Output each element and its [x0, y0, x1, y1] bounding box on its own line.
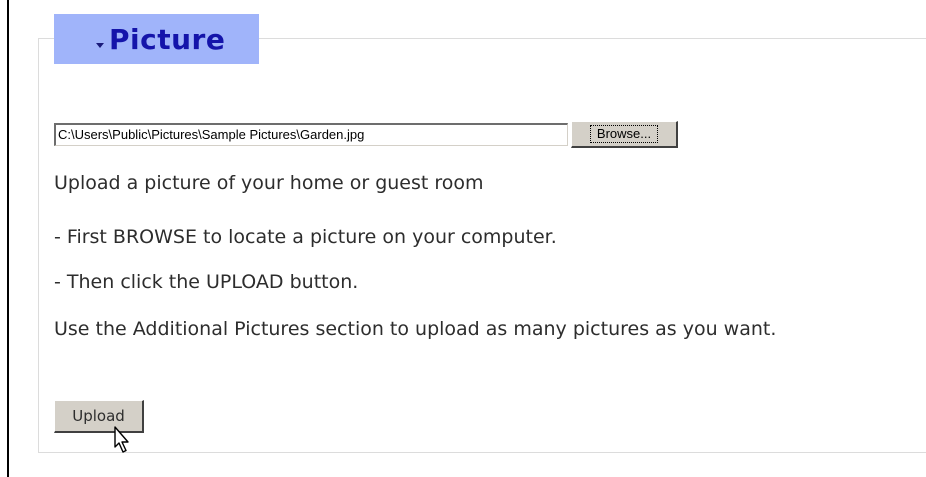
instruction-step-browse: - First BROWSE to locate a picture on yo…: [54, 226, 557, 248]
browse-button[interactable]: Browse...: [571, 121, 678, 148]
caret-down-icon: [96, 42, 104, 48]
instruction-additional-pictures: Use the Additional Pictures section to u…: [54, 318, 777, 340]
picture-section-header[interactable]: Picture: [54, 14, 259, 64]
file-path-input[interactable]: C:\Users\Public\Pictures\Sample Pictures…: [54, 123, 568, 146]
browse-button-label: Browse...: [589, 125, 659, 143]
window-left-border: [7, 0, 9, 477]
section-title: Picture: [109, 22, 226, 56]
upload-button-label: Upload: [72, 407, 125, 425]
instruction-heading: Upload a picture of your home or guest r…: [54, 172, 484, 194]
hand-pointer-icon: [114, 426, 129, 453]
instruction-step-upload: - Then click the UPLOAD button.: [54, 271, 359, 293]
